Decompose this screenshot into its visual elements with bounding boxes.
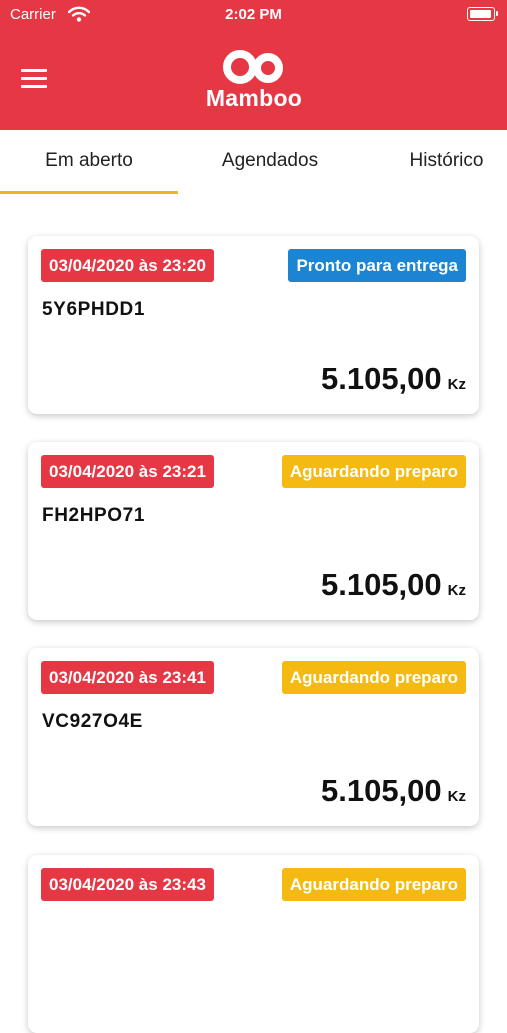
battery-icon [467,7,498,21]
order-card[interactable]: 03/04/2020 às 23:43 Aguardando preparo [28,855,479,1033]
order-currency: Kz [447,376,466,393]
order-status-badge: Aguardando preparo [281,661,466,694]
order-amount: 5.105,00 [320,773,442,808]
tab-history[interactable]: Histórico [386,130,507,194]
mamboo-logo: Mamboo [201,48,307,112]
logo-mark-icon [223,50,283,84]
order-currency: Kz [447,788,466,805]
tab-bar: Em aberto Agendados Histórico [0,130,507,194]
status-bar: Carrier 2:02 PM [0,0,507,30]
order-code: 5Y6PHDD1 [42,299,146,320]
order-amount: 5.105,00 [320,361,442,396]
active-tab-indicator [0,191,178,194]
order-currency: Kz [447,582,466,599]
order-card[interactable]: 03/04/2020 às 23:21 Aguardando preparo F… [28,442,479,620]
order-date-badge: 03/04/2020 às 23:20 [41,249,214,282]
order-total: 5.105,00 Kz [321,567,466,603]
order-card[interactable]: 03/04/2020 às 23:20 Pronto para entrega … [28,236,479,414]
order-amount: 5.105,00 [320,567,442,602]
order-status-badge: Aguardando preparo [281,455,466,488]
order-date-badge: 03/04/2020 às 23:21 [41,455,214,488]
order-date-badge: 03/04/2020 às 23:41 [41,661,214,694]
order-code: VC927O4E [42,711,143,732]
tab-scheduled[interactable]: Agendados [195,130,345,194]
order-total: 5.105,00 Kz [321,361,466,397]
app-header: Carrier 2:02 PM Mamboo [0,0,507,130]
order-status-badge: Pronto para entrega [288,249,466,282]
order-date-badge: 03/04/2020 às 23:43 [41,868,214,901]
order-code: FH2HPO71 [42,505,146,526]
status-time: 2:02 PM [225,6,282,23]
order-status-badge: Aguardando preparo [281,868,466,901]
hamburger-menu-icon[interactable] [21,69,47,89]
order-card[interactable]: 03/04/2020 às 23:41 Aguardando preparo V… [28,648,479,826]
tab-open[interactable]: Em aberto [0,130,178,194]
logo-text: Mamboo [205,85,303,111]
order-total: 5.105,00 Kz [321,773,466,809]
